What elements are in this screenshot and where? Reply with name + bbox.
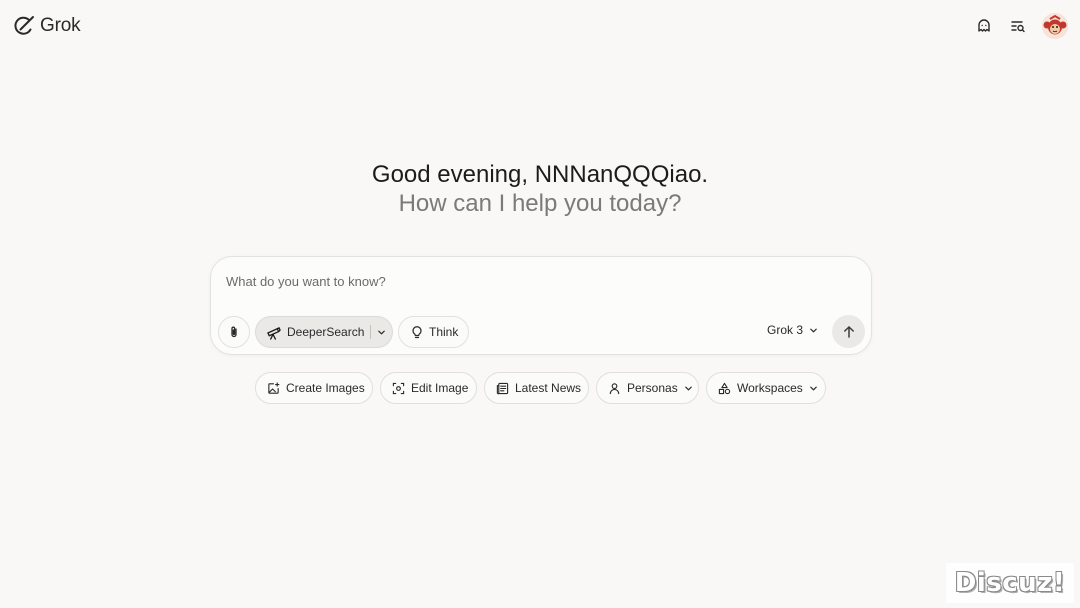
deeper-search-label: DeeperSearch [287, 325, 365, 339]
personas-chip[interactable]: Personas [596, 372, 699, 404]
latest-news-chip[interactable]: Latest News [484, 372, 589, 404]
chevron-down-icon [809, 326, 818, 335]
chevron-down-icon [377, 328, 386, 337]
deeper-search-toggle[interactable]: DeeperSearch [255, 316, 393, 348]
personas-label: Personas [627, 381, 678, 395]
image-edit-icon [392, 382, 405, 395]
search-history-icon [1010, 18, 1026, 34]
greeting-subtitle: How can I help you today? [398, 190, 682, 217]
arrow-up-icon [842, 325, 856, 339]
history-search-button[interactable] [1008, 16, 1028, 36]
composer: DeeperSearch Think Grok 3 [210, 256, 872, 355]
shapes-icon [718, 382, 731, 395]
workspaces-chip[interactable]: Workspaces [706, 372, 826, 404]
grok-logo[interactable]: Grok [12, 14, 81, 38]
watermark-text: Discuz! [954, 568, 1066, 598]
create-images-label: Create Images [286, 381, 365, 395]
greeting: Good evening, NNNanQQQiao. How can I hel… [0, 160, 1080, 219]
lightbulb-icon [410, 325, 424, 339]
deeper-search-dropdown[interactable] [371, 328, 392, 337]
grok-logo-icon [12, 14, 36, 38]
model-label: Grok 3 [767, 323, 804, 337]
paperclip-icon [227, 325, 241, 339]
think-toggle[interactable]: Think [398, 316, 469, 348]
private-chat-button[interactable] [974, 16, 994, 36]
edit-image-chip[interactable]: Edit Image [380, 372, 477, 404]
attach-button[interactable] [218, 316, 250, 348]
deeper-search-main[interactable]: DeeperSearch [256, 325, 370, 340]
logo-text: Grok [40, 15, 81, 36]
workspaces-label: Workspaces [737, 381, 803, 395]
latest-news-label: Latest News [515, 381, 582, 395]
newspaper-icon [496, 382, 509, 395]
edit-image-label: Edit Image [411, 381, 469, 395]
watermark: Discuz! [946, 563, 1074, 603]
think-label: Think [429, 325, 459, 339]
send-button[interactable] [832, 315, 865, 348]
top-bar: Grok [0, 0, 1080, 54]
image-sparkle-icon [267, 381, 280, 395]
prompt-input[interactable] [226, 271, 846, 291]
avatar[interactable] [1042, 13, 1068, 39]
chevron-down-icon [684, 384, 693, 393]
person-icon [608, 382, 621, 395]
create-images-chip[interactable]: Create Images [255, 372, 373, 404]
ghost-icon [976, 18, 992, 34]
greeting-title: Good evening, NNNanQQQiao. [371, 161, 709, 188]
model-selector[interactable]: Grok 3 [767, 323, 818, 337]
telescope-icon [266, 325, 281, 340]
chevron-down-icon [809, 384, 818, 393]
